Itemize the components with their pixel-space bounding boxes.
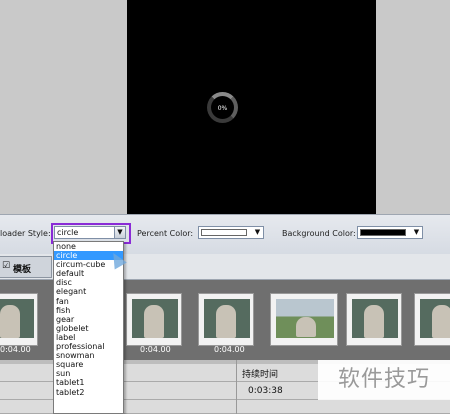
- thumbnail[interactable]: [414, 293, 450, 346]
- column-divider: [236, 360, 237, 414]
- dropdown-option[interactable]: disc: [54, 278, 123, 287]
- tab-label: 模板: [13, 265, 32, 275]
- dropdown-option[interactable]: fan: [54, 297, 123, 306]
- dropdown-option[interactable]: square: [54, 360, 123, 369]
- percent-color-swatch: [201, 229, 247, 236]
- dropdown-option[interactable]: snowman: [54, 351, 123, 360]
- dropdown-option[interactable]: tablet1: [54, 378, 123, 387]
- thumbnail[interactable]: [126, 293, 182, 346]
- thumbnail[interactable]: [0, 293, 38, 346]
- percent-color-label: Percent Color:: [137, 229, 194, 238]
- loader-style-select[interactable]: circle ▼: [54, 226, 126, 239]
- dropdown-option[interactable]: professional: [54, 342, 123, 351]
- thumbnail-duration: 0:04.00: [0, 345, 31, 354]
- dropdown-option[interactable]: default: [54, 269, 123, 278]
- total-time: 0:03:38: [248, 386, 283, 396]
- loader-style-value: circle: [57, 228, 79, 237]
- preview-area: 0%: [127, 0, 376, 214]
- dropdown-option[interactable]: tablet2: [54, 388, 123, 397]
- dropdown-option[interactable]: none: [54, 242, 123, 251]
- dropdown-option[interactable]: sun: [54, 369, 123, 378]
- check-icon: ☑: [2, 261, 11, 271]
- chevron-down-icon[interactable]: ▼: [252, 227, 263, 238]
- chevron-down-icon[interactable]: ▼: [411, 227, 422, 238]
- thumbnail-duration: 0:04.00: [140, 345, 171, 354]
- background-color-select[interactable]: ▼: [357, 226, 423, 239]
- thumbnail[interactable]: [198, 293, 254, 346]
- thumbnail-duration: 0:04.00: [214, 345, 245, 354]
- dropdown-option[interactable]: globelet: [54, 324, 123, 333]
- percent-color-select[interactable]: ▼: [198, 226, 264, 239]
- dropdown-option[interactable]: label: [54, 333, 123, 342]
- loader-style-label: loader Style:: [0, 229, 51, 238]
- dropdown-option[interactable]: gear: [54, 315, 123, 324]
- thumbnail[interactable]: [270, 293, 338, 346]
- duration-header: 持续时间: [242, 370, 279, 380]
- chevron-down-icon[interactable]: ▼: [114, 227, 125, 238]
- percent-text: 0%: [217, 105, 228, 112]
- watermark: 软件技巧: [318, 360, 450, 400]
- background-color-label: Background Color:: [282, 229, 356, 238]
- loading-spinner: 0%: [207, 92, 238, 123]
- dropdown-option[interactable]: fish: [54, 306, 123, 315]
- dropdown-option[interactable]: elegant: [54, 287, 123, 296]
- background-color-swatch: [360, 229, 406, 236]
- thumbnail[interactable]: [346, 293, 402, 346]
- tab-templates[interactable]: ☑ 模板: [0, 256, 52, 278]
